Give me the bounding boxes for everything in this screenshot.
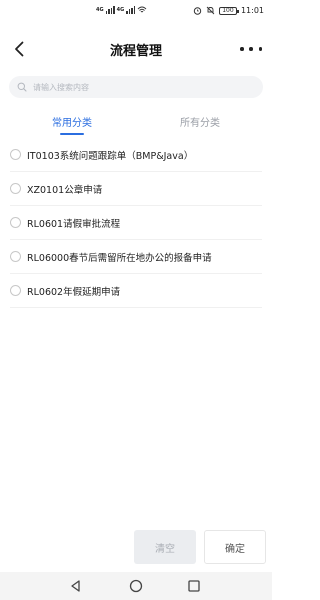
signal-icon-2 — [126, 6, 136, 14]
list-item-label: IT0103系统问题跟踪单（BMP&Java） — [27, 150, 194, 162]
tab-common-categories[interactable]: 常用分类 — [12, 114, 132, 129]
search-input[interactable] — [33, 82, 253, 92]
active-tab-indicator — [60, 133, 84, 135]
wifi-icon — [137, 6, 147, 13]
tab-all-categories[interactable]: 所有分类 — [140, 114, 260, 129]
status-bar: 4G 4G 100 11:01 — [0, 0, 272, 22]
mute-icon — [206, 6, 215, 15]
list-item[interactable]: RL06000春节后需留所在地办公的报备申请 — [10, 240, 262, 274]
more-dot — [249, 47, 253, 51]
more-dot — [258, 47, 262, 51]
network-type-badge: 4G — [96, 6, 104, 13]
app-header: 流程管理 — [0, 30, 272, 70]
more-options-button[interactable] — [240, 40, 262, 58]
system-navigation-bar — [0, 572, 272, 600]
list-item-label: RL06000春节后需留所在地办公的报备申请 — [27, 252, 212, 264]
list-item[interactable]: XZ0101公章申请 — [10, 172, 262, 206]
clear-button[interactable]: 清空 — [134, 530, 196, 564]
nav-home-button[interactable] — [128, 578, 144, 594]
battery-icon: 100 — [218, 6, 239, 15]
page-title: 流程管理 — [109, 44, 162, 59]
battery-level: 100 — [222, 6, 234, 14]
list-item-label: RL0601请假审批流程 — [27, 218, 121, 230]
category-tabs: 常用分类 所有分类 — [0, 108, 272, 138]
alarm-icon — [193, 7, 202, 15]
confirm-button[interactable]: 确定 — [204, 530, 266, 564]
signal-icon — [105, 6, 115, 14]
radio-button[interactable] — [10, 183, 21, 194]
list-item-label: RL0602年假延期申请 — [27, 286, 121, 298]
radio-button[interactable] — [10, 217, 21, 228]
nav-recent-button[interactable] — [186, 578, 202, 594]
nav-back-button[interactable] — [68, 578, 84, 594]
search-icon — [17, 82, 27, 92]
status-bar-right: 100 11:01 — [193, 6, 264, 15]
search-bar[interactable] — [9, 76, 263, 98]
network-type-badge-2: 4G — [116, 6, 125, 13]
list-item[interactable]: IT0103系统问题跟踪单（BMP&Java） — [10, 138, 262, 172]
circle-home-icon — [129, 579, 143, 593]
screen: 4G 4G 100 11:01 流程管理 常用分类 所有分类 — [0, 0, 272, 600]
status-time: 11:01 — [240, 6, 264, 15]
list-item-label: XZ0101公章申请 — [27, 184, 103, 196]
list-item[interactable]: RL0602年假延期申请 — [10, 274, 262, 308]
process-list: IT0103系统问题跟踪单（BMP&Java） XZ0101公章申请 RL060… — [0, 138, 272, 308]
more-dot — [240, 47, 244, 51]
square-recent-icon — [188, 580, 200, 592]
status-bar-signals: 4G 4G — [96, 6, 147, 14]
list-item[interactable]: RL0601请假审批流程 — [10, 206, 262, 240]
radio-button[interactable] — [10, 149, 21, 160]
radio-button[interactable] — [10, 285, 21, 296]
triangle-back-icon — [71, 580, 80, 592]
radio-button[interactable] — [10, 251, 21, 262]
action-footer: 清空 确定 — [0, 528, 272, 568]
